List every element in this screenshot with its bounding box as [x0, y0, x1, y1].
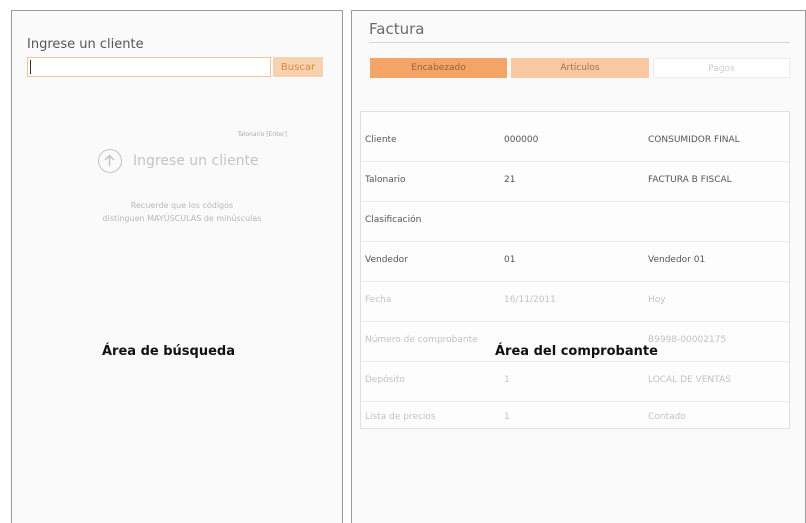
field-description: Vendedor 01 — [648, 255, 706, 265]
empty-note-line: Recuerde que los códigos — [130, 201, 234, 210]
field-code: 1 — [504, 375, 510, 385]
search-button[interactable]: Buscar — [273, 57, 323, 77]
field-label: Lista de precios — [365, 412, 436, 422]
invoice-panel: Factura Encabezado Artículos Pagos Clien… — [351, 10, 806, 523]
field-description: CONSUMIDOR FINAL — [648, 135, 740, 145]
field-label: Depósito — [365, 375, 405, 385]
empty-note-line: distinguen MAYÚSCULAS de minúsculas — [102, 214, 262, 223]
client-search-input[interactable] — [27, 57, 271, 77]
field-row-vendedor[interactable]: Vendedor 01 Vendedor 01 — [361, 241, 789, 282]
field-row-fecha[interactable]: Fecha 16/11/2011 Hoy — [361, 281, 789, 322]
receipt-area-label: Área del comprobante — [495, 344, 658, 359]
field-code: 16/11/2011 — [504, 295, 556, 305]
field-label: Clasificación — [365, 215, 422, 225]
field-code: 1 — [504, 412, 510, 422]
empty-state-title: Ingrese un cliente — [133, 153, 259, 169]
field-code: 21 — [504, 175, 516, 185]
field-description: Hoy — [648, 295, 666, 305]
field-description: Contado — [648, 412, 686, 422]
search-title: Ingrese un cliente — [27, 37, 144, 52]
text-caret — [30, 60, 31, 74]
field-label: Fecha — [365, 295, 392, 305]
field-row-lista-precios[interactable]: Lista de precios 1 Contado — [361, 401, 789, 429]
search-area-label: Área de búsqueda — [102, 344, 235, 359]
search-hint: Talonario [Enter] — [237, 131, 287, 138]
invoice-title: Factura — [369, 20, 425, 38]
invoice-fields: Cliente 000000 CONSUMIDOR FINAL Talonari… — [360, 111, 790, 429]
field-label: Vendedor — [365, 255, 408, 265]
field-description: FACTURA B FISCAL — [648, 175, 732, 185]
search-panel: Ingrese un cliente Buscar Talonario [Ent… — [11, 10, 343, 523]
field-code: 01 — [504, 255, 516, 265]
field-code: 000000 — [504, 135, 539, 145]
tab-articulos[interactable]: Artículos — [511, 58, 649, 78]
empty-state-note: Recuerde que los códigos distinguen MAYÚ… — [52, 199, 312, 225]
arrow-up-circle-icon — [98, 149, 122, 173]
field-row-cliente[interactable]: Cliente 000000 CONSUMIDOR FINAL — [361, 121, 789, 162]
title-divider — [369, 42, 790, 43]
field-label: Cliente — [365, 135, 397, 145]
field-label: Talonario — [365, 175, 406, 185]
tab-pagos[interactable]: Pagos — [653, 58, 790, 78]
field-row-talonario[interactable]: Talonario 21 FACTURA B FISCAL — [361, 161, 789, 202]
field-row-deposito[interactable]: Depósito 1 LOCAL DE VENTAS — [361, 361, 789, 402]
field-description: B9998-00002175 — [648, 335, 727, 345]
field-description: LOCAL DE VENTAS — [648, 375, 731, 385]
field-row-clasificacion[interactable]: Clasificación — [361, 201, 789, 242]
field-label: Número de comprobante — [365, 335, 478, 345]
tab-encabezado[interactable]: Encabezado — [370, 58, 507, 78]
